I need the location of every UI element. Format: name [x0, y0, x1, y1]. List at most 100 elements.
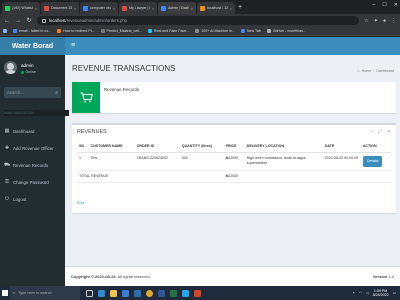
details-button[interactable]: Details — [362, 156, 383, 167]
store-icon[interactable] — [122, 289, 129, 297]
stackoverflow-icon — [57, 29, 62, 33]
cart-icon: ⛟ — [4, 161, 11, 168]
tray-chevron-icon[interactable]: ˄ — [353, 291, 355, 295]
dashboard-icon: ▦ — [4, 128, 10, 134]
close-window-icon[interactable]: ✕ — [394, 2, 398, 8]
total-value: ₦22000 — [223, 170, 245, 183]
sidebar-search-input[interactable]: Search... ⌕ — [4, 87, 61, 98]
browser-tab-active[interactable]: Admin | Dashboard× — [158, 2, 196, 14]
sidebar-item-change-password[interactable]: ⚿ Change Password — [0, 176, 65, 188]
vscode-icon[interactable] — [182, 289, 189, 297]
cell-price: ₦22000 — [223, 152, 245, 171]
cell-location: High level roundabout, close to lagos su… — [244, 152, 323, 171]
pdf-icon — [44, 5, 49, 11]
browser-tab[interactable]: My Lawyer | Home× — [119, 2, 157, 14]
mail-icon[interactable] — [134, 289, 141, 297]
google-icon — [240, 29, 245, 33]
cell-order-id: TRANS-220824002 — [134, 152, 180, 171]
logout-icon: ⏻ — [5, 196, 9, 202]
print-link[interactable]: Print — [77, 201, 84, 205]
notifications-icon[interactable]: ▭ — [393, 291, 396, 295]
browser-tab[interactable]: (192) WhatsApp× — [2, 2, 40, 14]
collapse-icon[interactable]: – — [370, 129, 373, 135]
apps-bookmark[interactable] — [3, 29, 7, 33]
sidebar-item-dashboard[interactable]: ▦ Dashboard — [0, 125, 65, 137]
sidebar-menu: ▦ Dashboard ✚ Add Revenue Officer ⛟ Revenue… — [0, 125, 65, 210]
close-icon[interactable]: × — [113, 6, 115, 11]
search-placeholder: Search... — [7, 90, 24, 95]
file-explorer-icon[interactable] — [110, 289, 117, 297]
cell-date: 2022-08-20 00:00:00 — [322, 152, 361, 171]
wifi-icon[interactable]: ◠ — [359, 291, 362, 295]
clock[interactable]: 1:59 PM 8/24/2022 — [373, 289, 389, 298]
user-name: admin — [21, 63, 34, 68]
copyright-text: Copyright © 2022-08-24. — [71, 274, 117, 279]
url-input[interactable]: localhost/revenueadmin/admin/orders.php — [37, 16, 360, 25]
forward-icon[interactable]: → — [15, 18, 21, 24]
word-icon[interactable] — [158, 289, 165, 297]
chrome-icon[interactable] — [146, 289, 153, 297]
close-icon[interactable]: × — [191, 6, 193, 11]
bookmark-item[interactable]: Predict_Malaria_cell... — [100, 29, 142, 33]
page-icon — [122, 5, 127, 11]
excel-icon[interactable] — [170, 289, 177, 297]
sidebar-toggle-icon[interactable]: ≡ — [71, 42, 75, 49]
close-icon[interactable]: ✕ — [387, 129, 391, 135]
profile-icon[interactable]: ● — [383, 18, 386, 24]
app-logo[interactable]: Water Borad — [0, 37, 65, 55]
clock-date: 8/24/2022 — [372, 293, 389, 297]
expand-icon[interactable]: ⤢ — [378, 129, 382, 135]
search-icon[interactable]: ⌕ — [55, 90, 58, 96]
infobox-label: Revenue Records — [104, 87, 140, 92]
col-header: ORDER ID — [134, 140, 180, 153]
table-header-row: SN CUSTOMER NAME ORDER ID QUANTITY (litr… — [77, 140, 391, 153]
minimize-icon[interactable]: – — [373, 2, 376, 8]
task-view-icon[interactable] — [86, 289, 93, 297]
revenues-table: SN CUSTOMER NAME ORDER ID QUANTITY (litr… — [77, 140, 391, 183]
start-button[interactable] — [0, 286, 10, 300]
sidebar-item-add-revenue-officer[interactable]: ✚ Add Revenue Officer — [0, 142, 65, 154]
bookmark-item[interactable]: New Tab — [240, 29, 261, 33]
browser-tab[interactable]: computer viruses/Stry× — [80, 2, 118, 14]
windows-logo-icon — [2, 290, 8, 296]
revenues-box: REVENUES – ⤢ ✕ SN CUSTOMER NAME ORDER ID… — [72, 123, 396, 213]
reload-icon[interactable]: ↻ — [26, 17, 32, 24]
browser-tab[interactable]: localhost / 127.0.0.1× — [197, 2, 235, 14]
edge-icon[interactable] — [98, 289, 105, 297]
bookmark-item[interactable]: How to redirect Pl... — [57, 29, 95, 33]
volume-icon[interactable]: ◁ — [366, 291, 369, 295]
new-tab-button[interactable]: + — [238, 2, 242, 14]
col-header: ACTION — [360, 140, 391, 153]
powerpoint-icon[interactable] — [194, 289, 201, 297]
breadcrumb-current: Dashboard — [376, 68, 394, 73]
col-header: CUSTOMER NAME — [88, 140, 135, 153]
col-header: PRICE — [223, 140, 245, 153]
close-icon[interactable]: × — [230, 6, 232, 11]
bookmark-item[interactable]: 100+ AI Machine le... — [195, 29, 235, 33]
close-icon[interactable]: × — [35, 6, 37, 11]
sidebar-item-logout[interactable]: ⏻ Logout — [0, 193, 65, 205]
bookmark-item[interactable]: Real and Fake Face... — [147, 29, 189, 33]
cell-sn: 1 — [77, 152, 89, 171]
bookmark-item[interactable]: GitHub - mutebhas... — [266, 29, 306, 33]
site-info-icon[interactable] — [42, 18, 46, 23]
back-icon[interactable]: ← — [4, 18, 10, 24]
page-icon — [100, 29, 105, 33]
taskbar-search-input[interactable]: ⌕ Type here to search — [10, 286, 80, 300]
revenue-records-infobox[interactable]: Revenue Records — [72, 82, 396, 113]
breadcrumb-home[interactable]: Home — [362, 69, 372, 73]
bookmarks-bar: email - failed to co... How to redirect … — [0, 27, 400, 36]
close-icon[interactable]: × — [152, 6, 154, 11]
bookmark-item[interactable]: email - failed to co... — [13, 29, 51, 33]
url-path: /revenueadmin/admin/orders.php — [65, 18, 127, 23]
maximize-icon[interactable]: ☐ — [382, 2, 386, 8]
bookmark-star-icon[interactable]: ☆ — [364, 18, 368, 24]
close-icon[interactable]: × — [74, 6, 76, 11]
version-value: 1.0 — [388, 274, 394, 279]
browser-tab[interactable]: Document 33.pdf× — [41, 2, 79, 14]
admin-app: Water Borad ≡ admin Online Search... ⌕ M… — [0, 37, 400, 286]
extensions-icon[interactable]: ✦ — [374, 18, 378, 24]
sidebar-item-revenue-records[interactable]: ⛟ Revenue Records — [0, 159, 65, 171]
col-header: QUANTITY (litres) — [179, 140, 224, 153]
more-menu-icon[interactable]: ⋮ — [391, 18, 396, 24]
